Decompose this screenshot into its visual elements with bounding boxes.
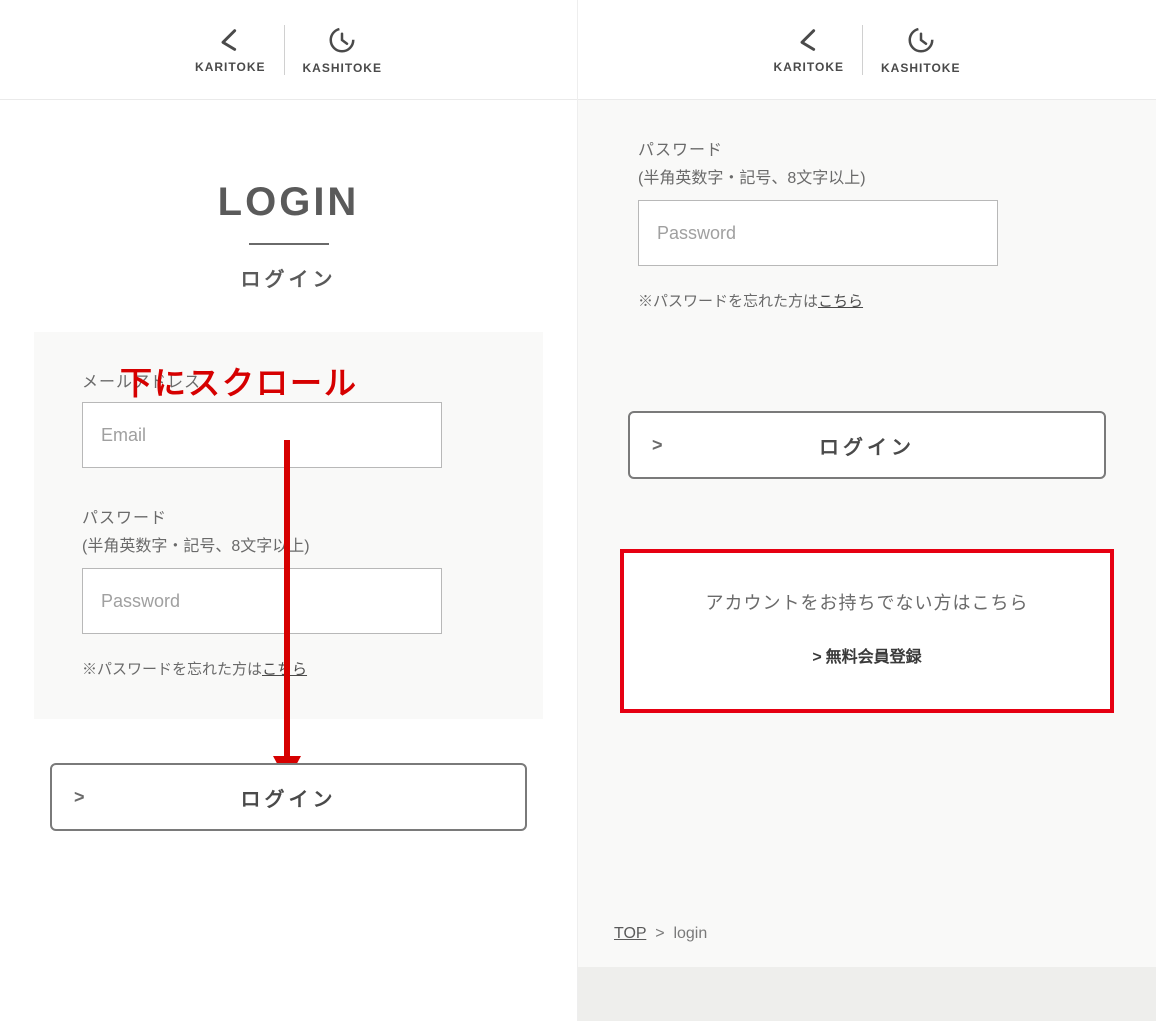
brand-kashitoke[interactable]: KASHITOKE (303, 25, 382, 75)
login-button-label: ログイン (52, 783, 525, 812)
brand-karitoke[interactable]: KARITOKE (195, 26, 265, 74)
brand-kashitoke-right[interactable]: KASHITOKE (881, 25, 960, 75)
brand-label-left: KARITOKE (195, 60, 265, 74)
password-field-block-right: パスワード (半角英数字・記号、8文字以上) (638, 136, 1108, 266)
title-divider (249, 243, 329, 245)
brand-label-right: KASHITOKE (881, 61, 960, 75)
brand-label-left: KARITOKE (774, 60, 844, 74)
chevron-right-icon: > (812, 649, 821, 666)
signup-link[interactable]: > 無料会員登録 (644, 643, 1090, 667)
signup-box: アカウントをお持ちでない方はこちら > 無料会員登録 (620, 549, 1114, 713)
forgot-prefix-right: ※パスワードを忘れた方は (638, 293, 818, 310)
chevron-right-icon: > (74, 787, 85, 808)
breadcrumb-current: login (673, 925, 707, 942)
pane-left: KARITOKE KASHITOKE LOGIN ログイン 下にスクロール メー… (0, 0, 578, 1021)
header-right: KARITOKE KASHITOKE (578, 0, 1156, 100)
title-block: LOGIN ログイン (0, 100, 577, 292)
chevron-right-icon: > (652, 435, 663, 456)
header: KARITOKE KASHITOKE (0, 0, 577, 100)
login-button-right[interactable]: > ログイン (628, 411, 1106, 479)
brand-karitoke-right[interactable]: KARITOKE (774, 26, 844, 74)
signup-link-label: 無料会員登録 (826, 649, 922, 666)
pane-right: KARITOKE KASHITOKE パスワード (半角英数字・記号、8文字以上… (578, 0, 1156, 1021)
kashitoke-icon (906, 25, 936, 55)
page-title-jp: ログイン (0, 263, 577, 292)
brand-label-right: KASHITOKE (303, 61, 382, 75)
password-hint-right: (半角英数字・記号、8文字以上) (638, 164, 1108, 188)
forgot-password-note-right: ※パスワードを忘れた方はこちら (638, 290, 1108, 311)
breadcrumb: TOP > login (614, 925, 707, 943)
breadcrumb-sep: > (655, 925, 664, 942)
brand-divider (284, 25, 285, 75)
signup-text: アカウントをお持ちでない方はこちら (644, 589, 1090, 615)
breadcrumb-top-link[interactable]: TOP (614, 925, 646, 942)
login-button[interactable]: > ログイン (50, 763, 527, 831)
forgot-password-link-right[interactable]: こちら (818, 293, 863, 310)
kashitoke-icon (327, 25, 357, 55)
brand-divider (862, 25, 863, 75)
password-input[interactable] (82, 568, 442, 634)
forgot-prefix: ※パスワードを忘れた方は (82, 661, 262, 678)
login-form-card-right: パスワード (半角英数字・記号、8文字以上) ※パスワードを忘れた方はこちら (578, 100, 1156, 351)
password-input-right[interactable] (638, 200, 998, 266)
scroll-annotation: 下にスクロール (120, 358, 358, 404)
karitoke-icon (795, 26, 823, 54)
page-title-en: LOGIN (0, 180, 577, 225)
password-label-right: パスワード (638, 136, 1108, 160)
login-button-label-right: ログイン (630, 431, 1104, 460)
footer-bar (578, 967, 1156, 1021)
scroll-arrow-icon (284, 440, 290, 780)
karitoke-icon (216, 26, 244, 54)
email-input[interactable] (82, 402, 442, 468)
